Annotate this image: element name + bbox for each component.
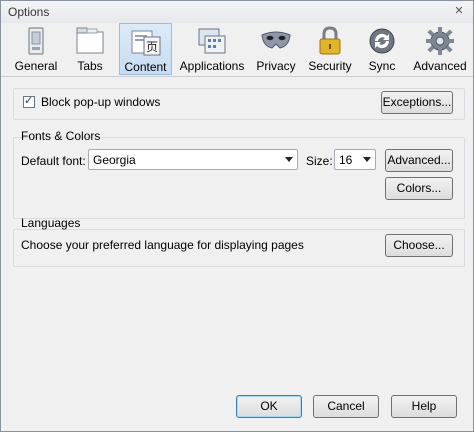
block-popups-checkbox[interactable] [23, 94, 35, 108]
block-popups-label: Block pop-up windows [41, 95, 161, 109]
tab-applications-label: Applications [179, 59, 245, 73]
tab-security-label: Security [308, 59, 352, 73]
tab-content[interactable]: 页 Content [119, 23, 172, 75]
languages-description: Choose your preferred language for displ… [21, 238, 304, 252]
tab-privacy-label: Privacy [256, 59, 296, 73]
tabs-icon [76, 27, 104, 54]
size-label: Size: [306, 154, 333, 168]
fonts-colors-legend: Fonts & Colors [21, 129, 101, 143]
exceptions-button[interactable]: Exceptions... [381, 91, 453, 114]
advanced-fonts-button[interactable]: Advanced... [385, 149, 453, 172]
cancel-button[interactable]: Cancel [313, 395, 379, 418]
colors-button[interactable]: Colors... [385, 177, 453, 200]
options-window: Options ✕ General Tabs 页 Content Applica… [0, 0, 474, 432]
tab-general-label: General [14, 59, 58, 73]
tab-privacy[interactable]: Privacy [251, 23, 301, 75]
default-font-label: Default font: [21, 154, 86, 168]
tab-security[interactable]: Security [305, 23, 355, 75]
general-icon [28, 27, 44, 55]
tab-sync-label: Sync [368, 59, 396, 73]
content-panel: Block pop-up windows Exceptions... Fonts… [1, 77, 473, 377]
tab-advanced-label: Advanced [413, 59, 467, 73]
gear-icon [426, 27, 454, 55]
title-bar: Options ✕ [1, 1, 473, 23]
chevron-down-icon [363, 157, 371, 162]
tab-applications[interactable]: Applications [177, 23, 247, 75]
tab-tabs[interactable]: Tabs [65, 23, 115, 75]
preferences-toolbar: General Tabs 页 Content Applications Priv… [1, 23, 473, 77]
window-title: Options [8, 5, 50, 19]
default-font-value: Georgia [93, 153, 136, 167]
font-size-value: 16 [339, 153, 353, 167]
privacy-mask-icon [261, 31, 291, 49]
font-size-select[interactable]: 16 [334, 149, 376, 170]
ok-button[interactable]: OK [236, 395, 302, 418]
chevron-down-icon [285, 157, 293, 162]
languages-legend: Languages [21, 216, 81, 230]
tab-tabs-label: Tabs [77, 59, 103, 73]
tab-general[interactable]: General [11, 23, 61, 75]
choose-language-button[interactable]: Choose... [385, 234, 453, 257]
help-button[interactable]: Help [391, 395, 457, 418]
sync-icon [369, 28, 395, 54]
tab-content-label: Content [124, 60, 167, 74]
tab-advanced[interactable]: Advanced [409, 23, 471, 75]
default-font-select[interactable]: Georgia [88, 149, 298, 170]
applications-icon [198, 28, 226, 54]
svg-text:页: 页 [145, 40, 157, 54]
content-icon: 页 [131, 30, 160, 56]
close-icon[interactable]: ✕ [451, 4, 467, 19]
tab-sync[interactable]: Sync [359, 23, 405, 75]
padlock-icon [319, 26, 341, 55]
